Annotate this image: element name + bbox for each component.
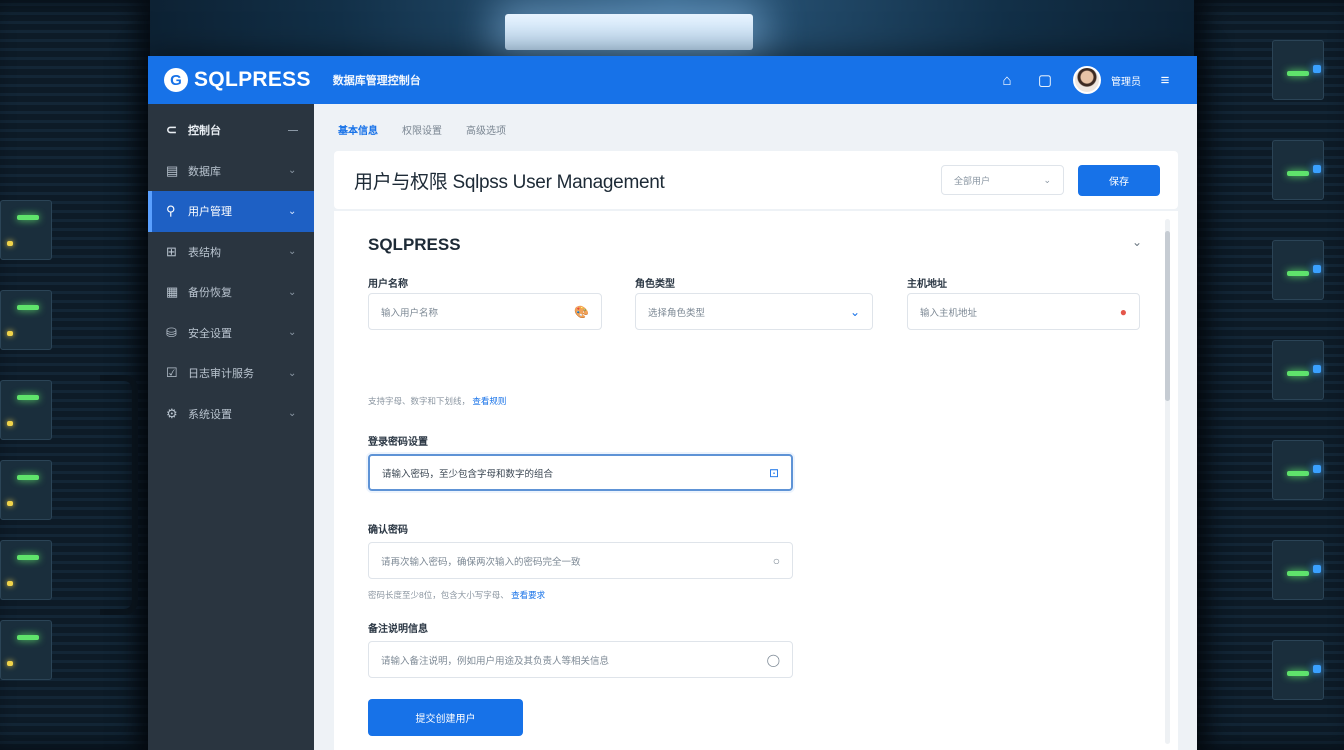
requirements-link[interactable]: 查看要求 — [511, 590, 545, 600]
host-input[interactable]: 输入主机地址 ● — [907, 293, 1140, 330]
username-label: 用户名称 — [368, 279, 408, 290]
filter-select-value: 全部用户 — [954, 175, 991, 186]
chevron-down-icon: ⌄ — [288, 205, 297, 217]
remark-input[interactable]: 请输入备注说明，例如用户用途及其负责人等相关信息 ◯ — [368, 641, 793, 678]
scroll-thumb[interactable] — [1165, 231, 1170, 401]
sidebar-item-label: 系统设置 — [188, 408, 232, 421]
window-icon[interactable]: ▢ — [1031, 71, 1059, 89]
confirm-placeholder: 请再次输入密码，确保两次输入的密码完全一致 — [381, 556, 581, 568]
lock-icon: ⛁ — [166, 324, 177, 340]
hint-text: 密码长度至少8位，包含大小写字母、 — [368, 590, 509, 600]
table-icon: ⊞ — [166, 243, 177, 259]
logo-icon: G — [164, 68, 188, 92]
remark-label: 备注说明信息 — [368, 624, 428, 635]
settings-icon: ⚙ — [166, 405, 178, 421]
role-placeholder: 选择角色类型 — [648, 307, 706, 319]
collapse-icon: — — [288, 124, 298, 136]
sidebar-item-label: 用户管理 — [188, 206, 232, 219]
chevron-down-icon: ⌄ — [288, 286, 297, 298]
server-rack-right — [1194, 0, 1344, 750]
status-dot-icon: ● — [1119, 304, 1127, 319]
chevron-down-icon: ⌄ — [288, 327, 297, 339]
database-icon: ▤ — [166, 162, 179, 178]
scrollbar[interactable] — [1165, 219, 1170, 744]
host-placeholder: 输入主机地址 — [920, 307, 978, 319]
sidebar-item-label: 数据库 — [188, 165, 221, 178]
confirm-password-input[interactable]: 请再次输入密码，确保两次输入的密码完全一致 ○ — [368, 542, 793, 579]
user-icon: ⚲ — [166, 203, 176, 219]
password-hint: 密码长度至少8位，包含大小写字母、 查看要求 — [368, 589, 545, 601]
chevron-down-icon: ⌄ — [288, 165, 297, 177]
top-subtitle: 数据库管理控制台 — [332, 75, 421, 87]
chevron-down-icon: ⌄ — [288, 408, 297, 420]
main-content: 基本信息 权限设置 高级选项 用户与权限 Sqlpss User Managem… — [314, 104, 1197, 750]
page-title: 用户与权限 Sqlpss User Management — [354, 171, 665, 193]
app-window: G SQLPRESS 数据库管理控制台 ⌂ ▢ 管理员 ≡ ⊂ 控制台 — ▤ … — [148, 56, 1197, 750]
role-label: 角色类型 — [635, 279, 675, 290]
filter-select[interactable]: 全部用户 ⌄ — [941, 165, 1064, 195]
sidebar-item-security[interactable]: ⛁ 安全设置 ⌄ — [148, 313, 314, 354]
dashboard-icon: ⊂ — [166, 122, 177, 138]
host-label: 主机地址 — [907, 279, 947, 290]
chevron-down-icon: ⌄ — [288, 367, 297, 379]
username-hint: 支持字母、数字和下划线， 查看规则 — [368, 395, 506, 407]
ceiling-light — [505, 14, 753, 50]
sidebar-item-users[interactable]: ⚲ 用户管理 ⌄ — [148, 191, 314, 232]
log-icon: ☑ — [166, 365, 178, 381]
confirm-label: 确认密码 — [368, 525, 408, 536]
logo[interactable]: G SQLPRESS — [164, 68, 311, 92]
sidebar-item-tables[interactable]: ⊞ 表结构 ⌄ — [148, 232, 314, 273]
chevron-down-icon[interactable]: ⌄ — [1132, 235, 1142, 249]
radio-icon[interactable]: ○ — [773, 554, 780, 568]
palette-icon: 🎨 — [574, 304, 589, 319]
username-placeholder: 输入用户名称 — [381, 307, 439, 319]
password-label: 登录密码设置 — [368, 437, 428, 448]
sidebar-item-label: 控制台 — [188, 125, 221, 138]
chevron-down-icon: ⌄ — [288, 246, 297, 258]
user-name[interactable]: 管理员 — [1111, 73, 1141, 88]
sidebar-item-dashboard[interactable]: ⊂ 控制台 — — [148, 110, 314, 151]
menu-icon[interactable]: ≡ — [1151, 72, 1179, 89]
page-header: 用户与权限 Sqlpss User Management 全部用户 ⌄ 保存 — [334, 151, 1178, 209]
home-icon[interactable]: ⌂ — [993, 72, 1021, 89]
username-input[interactable]: 输入用户名称 🎨 — [368, 293, 602, 330]
sidebar-item-backup[interactable]: ▦ 备份恢复 ⌄ — [148, 272, 314, 313]
backup-icon: ▦ — [166, 284, 179, 300]
form-card: SQLPRESS ⌄ 用户名称 输入用户名称 🎨 角色类型 选择角色类型 ⌄ 主… — [334, 211, 1178, 750]
radio-icon[interactable]: ◯ — [767, 653, 780, 667]
sidebar-item-label: 备份恢复 — [188, 287, 232, 300]
server-rack-left — [0, 0, 150, 750]
save-button[interactable]: 保存 — [1078, 164, 1160, 196]
submit-button[interactable]: 提交创建用户 — [368, 699, 523, 736]
password-input[interactable]: 请输入密码，至少包含字母和数字的组合 ⊡ — [368, 454, 793, 491]
chevron-down-icon: ⌄ — [1043, 174, 1051, 185]
hint-text: 支持字母、数字和下划线， — [368, 396, 471, 406]
sidebar: ⊂ 控制台 — ▤ 数据库 ⌄ ⚲ 用户管理 ⌄ ⊞ 表结构 ⌄ ▦ 备份恢复 … — [148, 104, 314, 750]
section-title: SQLPRESS — [368, 235, 461, 254]
sidebar-item-settings[interactable]: ⚙ 系统设置 ⌄ — [148, 394, 314, 435]
sidebar-item-database[interactable]: ▤ 数据库 ⌄ — [148, 151, 314, 192]
password-toggle-icon[interactable]: ⊡ — [769, 466, 779, 480]
rules-link[interactable]: 查看规则 — [472, 396, 506, 406]
chevron-down-icon: ⌄ — [849, 304, 860, 319]
sidebar-item-label: 日志审计服务 — [188, 368, 254, 381]
top-bar: G SQLPRESS 数据库管理控制台 ⌂ ▢ 管理员 ≡ — [148, 56, 1197, 104]
role-select[interactable]: 选择角色类型 ⌄ — [635, 293, 873, 330]
avatar[interactable] — [1073, 66, 1101, 94]
sidebar-item-label: 安全设置 — [188, 327, 232, 340]
sidebar-item-logs[interactable]: ☑ 日志审计服务 ⌄ — [148, 353, 314, 394]
logo-text: SQLPRESS — [194, 68, 311, 91]
sidebar-item-label: 表结构 — [188, 246, 221, 259]
password-placeholder: 请输入密码，至少包含字母和数字的组合 — [382, 468, 554, 480]
remark-placeholder: 请输入备注说明，例如用户用途及其负责人等相关信息 — [381, 655, 610, 667]
